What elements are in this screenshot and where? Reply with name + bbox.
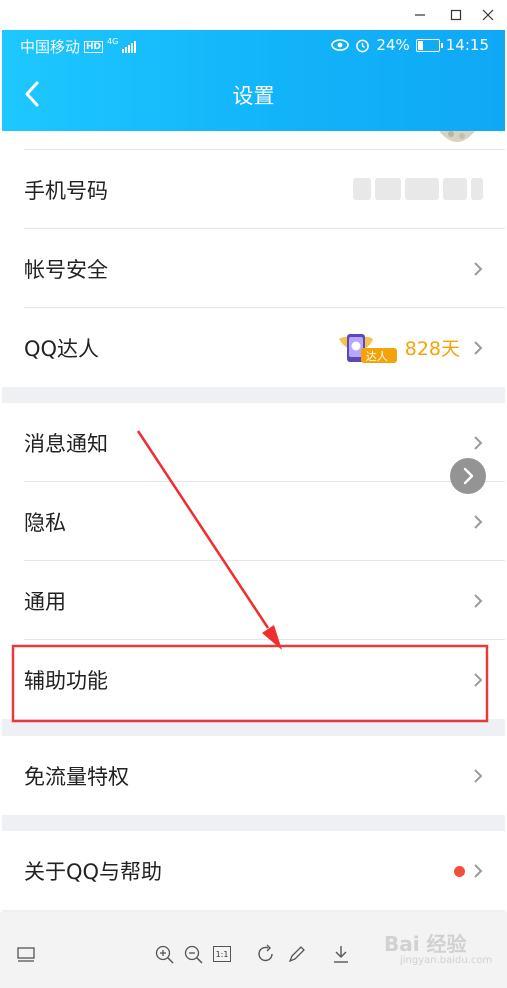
rotate-icon[interactable] xyxy=(256,944,278,966)
baidu-watermark: Bai 经验 jingyan.baidu.com xyxy=(384,928,492,966)
annotation-overlay xyxy=(11,430,489,723)
edit-icon[interactable] xyxy=(286,944,308,966)
highlight-box xyxy=(11,644,489,723)
zoom-out-icon[interactable] xyxy=(183,944,205,966)
watermark-subtext: jingyan.baidu.com xyxy=(400,955,493,966)
download-icon[interactable] xyxy=(331,944,353,966)
annotation-arrow xyxy=(136,430,270,629)
watermark-text: Bai 经验 xyxy=(384,932,467,956)
layout-icon[interactable] xyxy=(16,944,38,966)
actual-size-icon[interactable]: 1:1 xyxy=(213,946,231,962)
zoom-in-icon[interactable] xyxy=(154,944,176,966)
